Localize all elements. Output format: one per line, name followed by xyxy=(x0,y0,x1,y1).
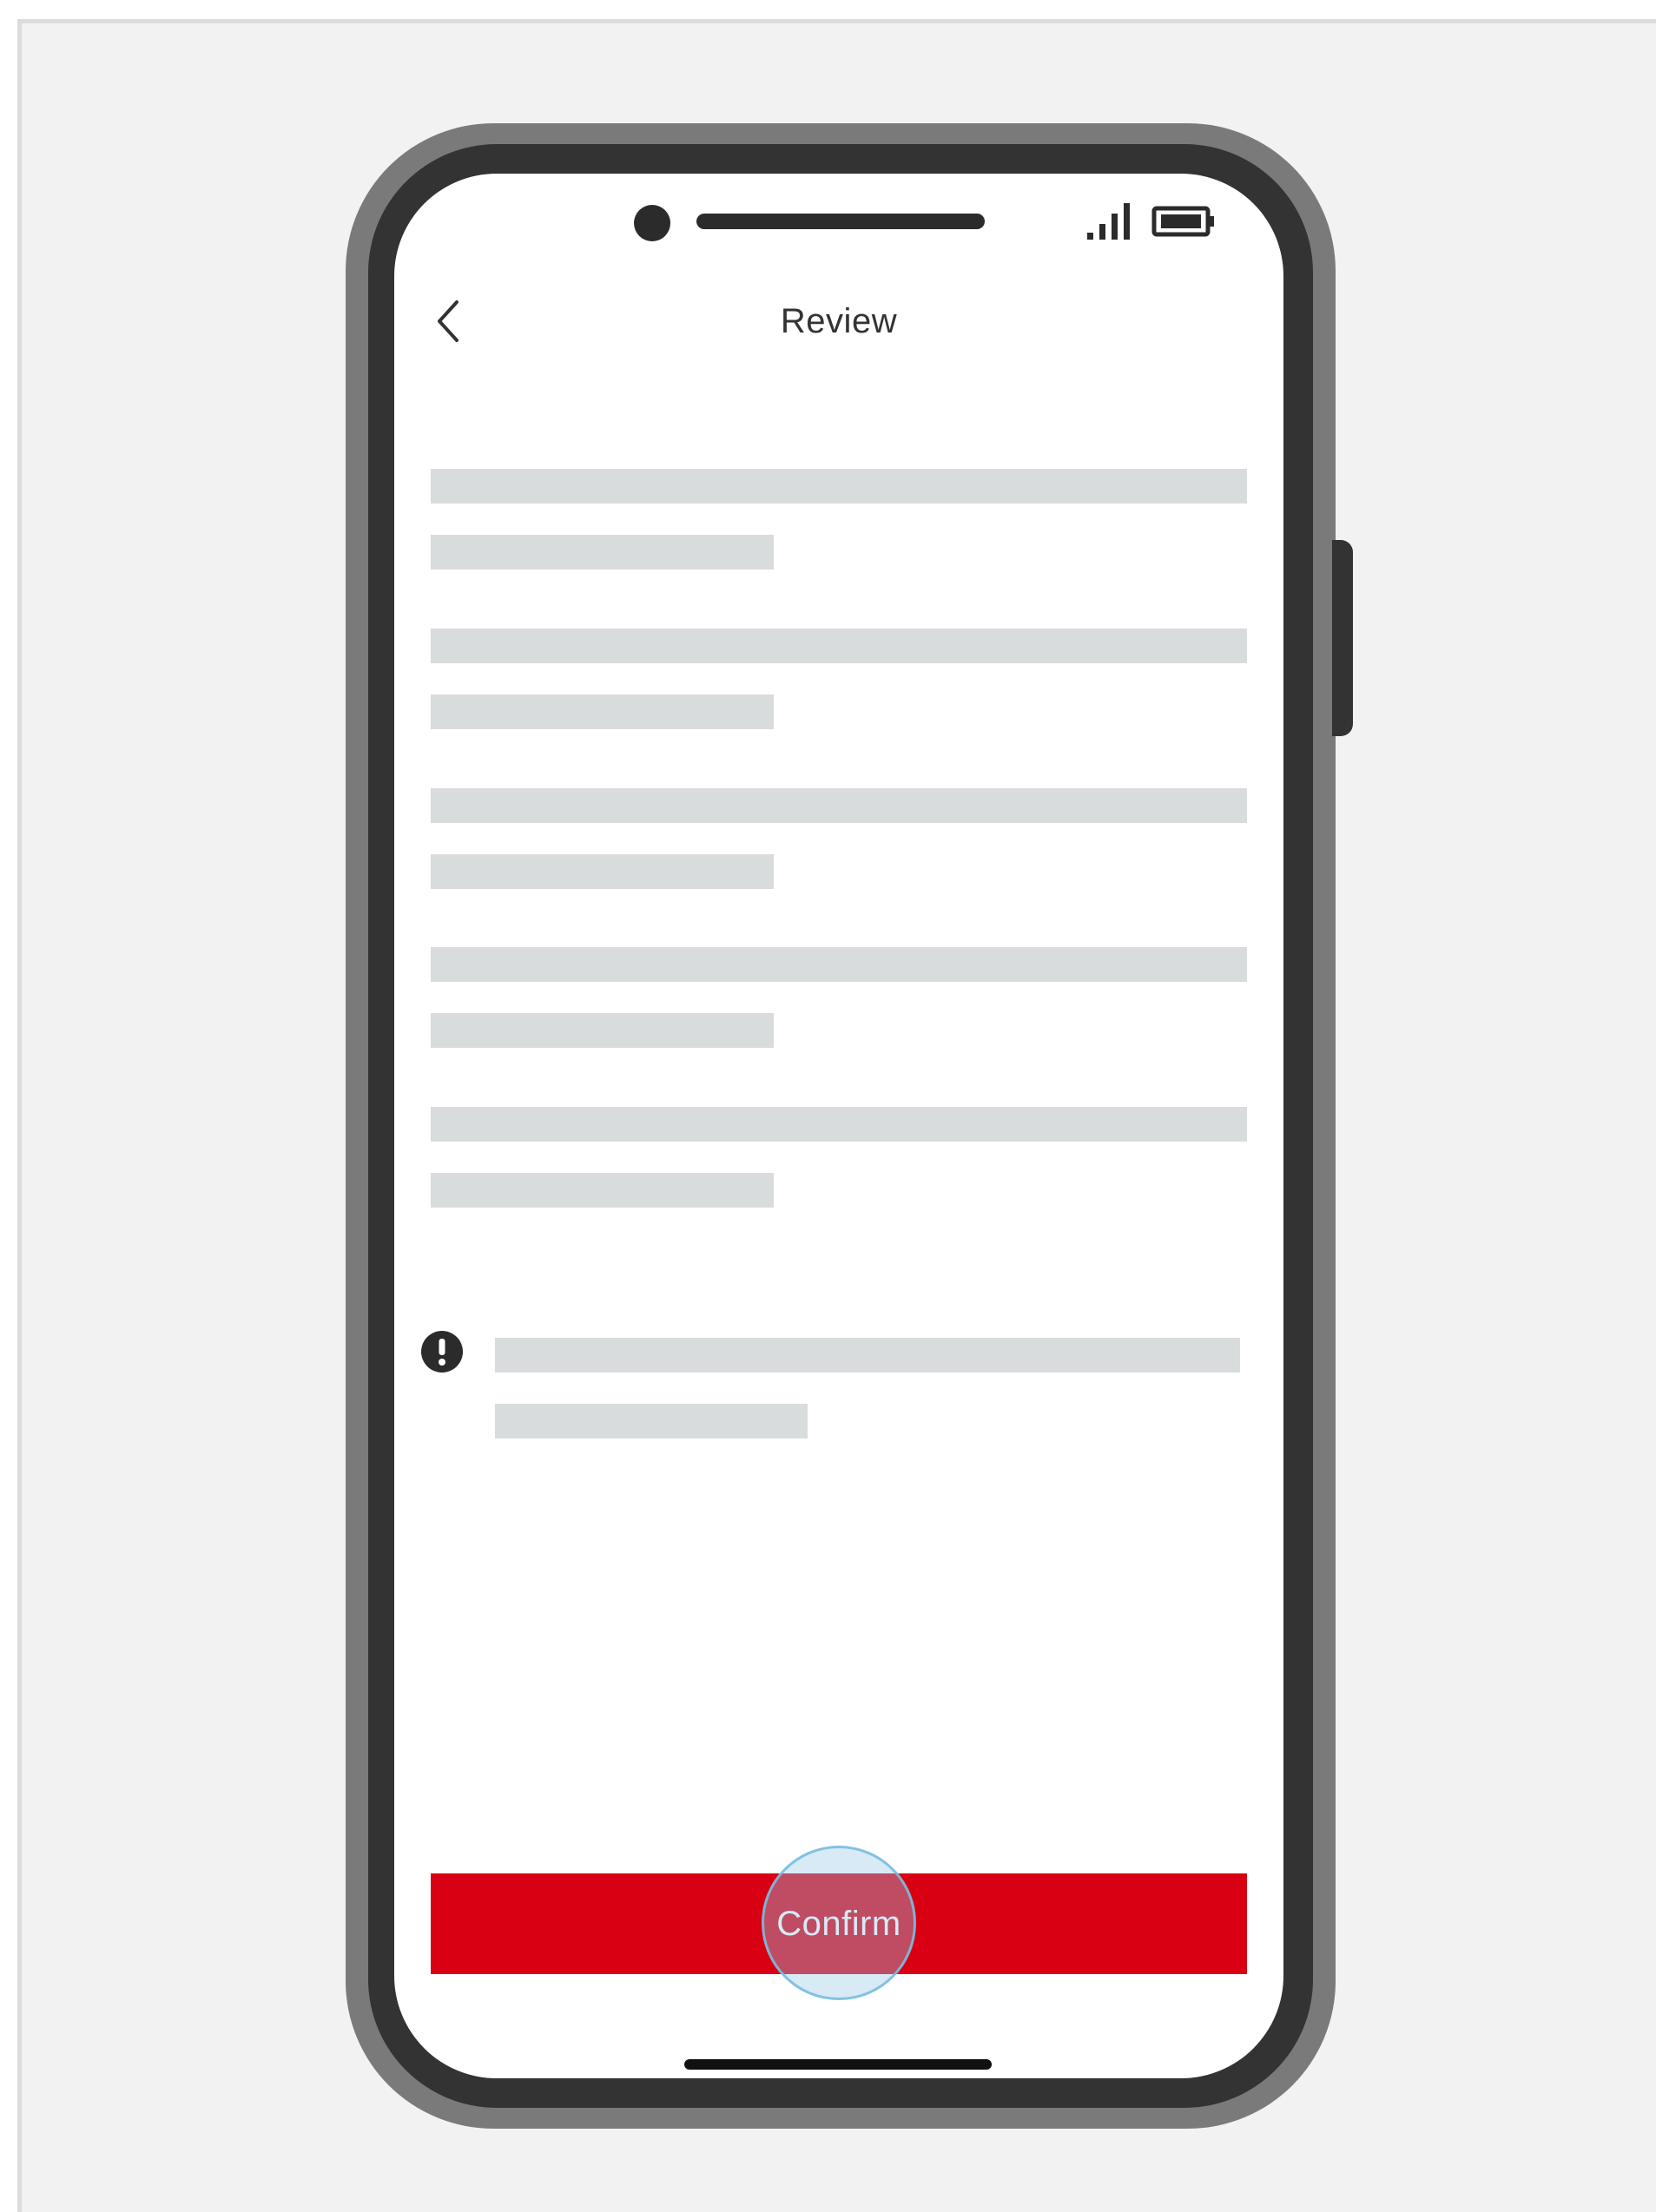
page-title: Review xyxy=(780,302,898,340)
earpiece-speaker xyxy=(696,214,985,229)
notice-skeleton-line xyxy=(495,1338,1240,1373)
skeleton-line xyxy=(431,535,774,569)
phone-side-button xyxy=(1332,540,1353,736)
skeleton-line xyxy=(431,788,1247,823)
skeleton-line xyxy=(431,695,774,729)
skeleton-line xyxy=(431,854,774,889)
signal-bars-icon xyxy=(1087,203,1130,240)
front-camera xyxy=(634,205,670,241)
battery-icon xyxy=(1151,206,1214,237)
skeleton-line xyxy=(431,947,1247,982)
skeleton-line xyxy=(431,1107,1247,1142)
confirm-button[interactable]: Confirm xyxy=(431,1873,1247,1974)
confirm-button-label: Confirm xyxy=(776,1905,901,1943)
home-indicator[interactable] xyxy=(684,2059,992,2070)
exclamation-circle-icon xyxy=(421,1331,463,1373)
phone-screen: Review Confirm xyxy=(394,174,1283,2078)
skeleton-line xyxy=(431,1013,774,1048)
skeleton-line xyxy=(431,629,1247,663)
skeleton-line xyxy=(431,1173,774,1208)
skeleton-line xyxy=(431,469,1247,504)
notice-skeleton-line xyxy=(495,1404,808,1438)
